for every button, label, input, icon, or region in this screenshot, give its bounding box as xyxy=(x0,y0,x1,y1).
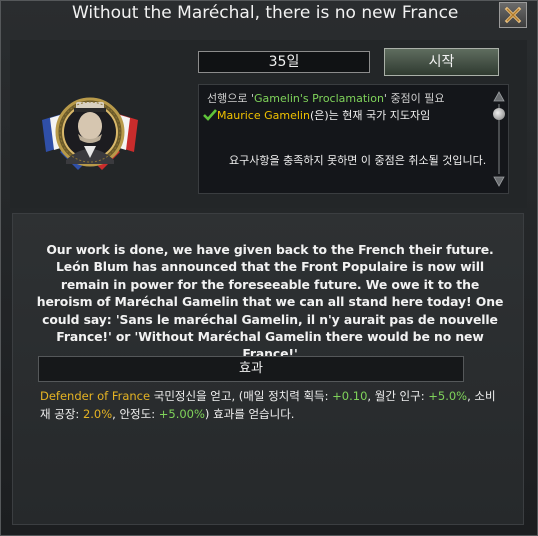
prerequisite-line: 선행으로 'Gamelin's Proclamation' 중점이 필요 xyxy=(207,92,445,105)
scroll-down-arrow-icon[interactable] xyxy=(493,176,505,188)
close-x-icon xyxy=(504,6,522,24)
leader-requirement-line: Maurice Gamelin(은)는 현재 국가 지도자임 xyxy=(203,108,430,123)
requirements-scrollbar[interactable] xyxy=(493,90,505,190)
focus-description: Our work is done, we have given back to … xyxy=(36,242,504,362)
effects-header: 효과 xyxy=(38,356,464,382)
focus-days-display: 35일 xyxy=(198,51,370,73)
scroll-thumb[interactable] xyxy=(493,108,505,120)
effects-text: Defender of France 국민정신을 얻고, (매일 정치력 획득:… xyxy=(40,389,496,421)
french-focus-emblem-icon xyxy=(42,97,138,170)
national-spirit-name[interactable]: Defender of France xyxy=(40,389,150,403)
leader-name: Maurice Gamelin xyxy=(217,109,310,122)
prerequisite-focus-name: Gamelin's Proclamation xyxy=(254,92,384,105)
requirements-box: 선행으로 'Gamelin's Proclamation' 중점이 필요 Mau… xyxy=(198,84,509,194)
checkmark-icon xyxy=(203,109,217,121)
close-button[interactable] xyxy=(499,2,527,28)
cancel-warning-text: 요구사항을 충족하지 못하면 이 중점은 취소될 것입니다. xyxy=(229,154,487,167)
scroll-up-arrow-icon[interactable] xyxy=(493,90,505,102)
start-focus-button[interactable]: 시작 xyxy=(384,48,499,76)
window-title: Without the Maréchal, there is no new Fr… xyxy=(72,3,459,23)
